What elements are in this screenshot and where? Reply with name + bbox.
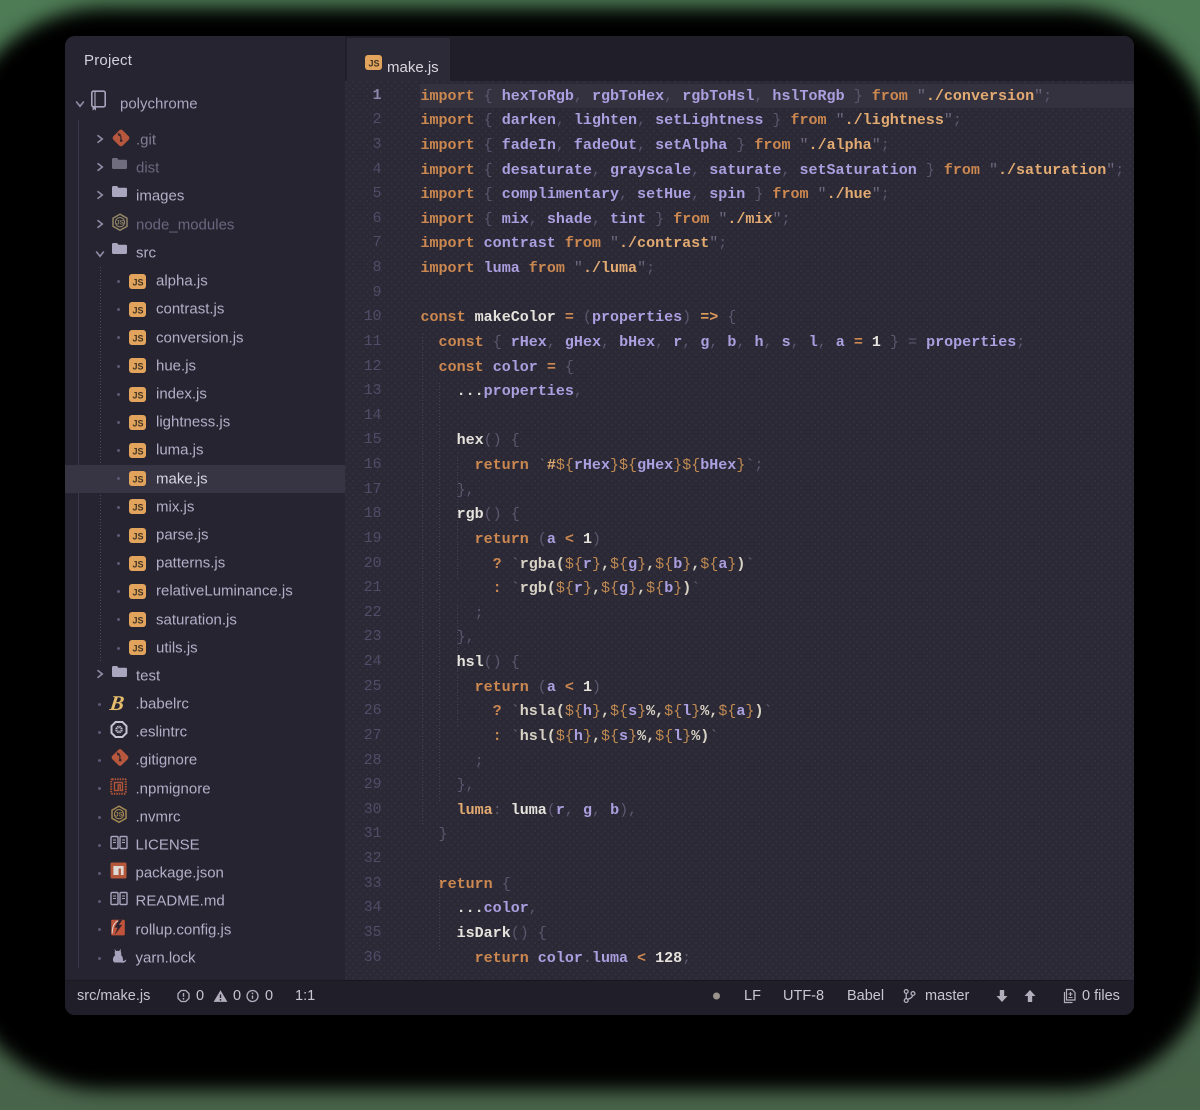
svg-text:JS: JS <box>132 334 143 344</box>
svg-text:JS: JS <box>132 616 143 626</box>
svg-text:JS: JS <box>132 475 143 485</box>
svg-text:JS: JS <box>115 811 124 818</box>
svg-text:JS: JS <box>132 446 143 456</box>
svg-text:JS: JS <box>132 559 143 569</box>
svg-text:JS: JS <box>132 503 143 513</box>
svg-text:JS: JS <box>368 59 379 69</box>
svg-text:JS: JS <box>132 305 143 315</box>
svg-text:JS: JS <box>132 587 143 597</box>
svg-text:JS: JS <box>132 418 143 428</box>
svg-text:JS: JS <box>116 220 125 227</box>
svg-text:JS: JS <box>132 362 143 372</box>
svg-text:JS: JS <box>132 277 143 287</box>
svg-text:JS: JS <box>132 531 143 541</box>
svg-text:JS: JS <box>132 644 143 654</box>
svg-text:JS: JS <box>132 390 143 400</box>
